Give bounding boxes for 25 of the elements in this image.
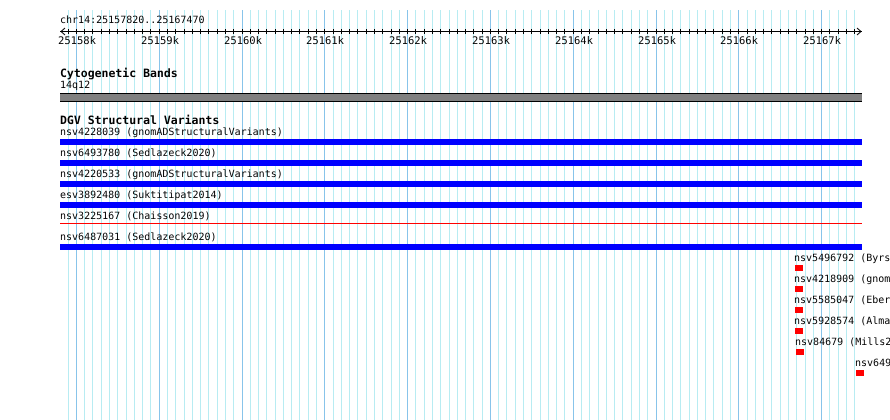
- location-label: chr14:25157820..25167470: [60, 15, 204, 27]
- feature-label: nsv649: [855, 358, 890, 370]
- tick-label: 25164k: [555, 35, 593, 47]
- tick-label: 25166k: [720, 35, 758, 47]
- feature-label: 14q12: [60, 80, 90, 92]
- feature-label: esv3892480 (Suktitipat2014): [60, 190, 223, 202]
- track-title: Cytogenetic Bands: [60, 67, 178, 79]
- tick-label: 25165k: [638, 35, 676, 47]
- feature-label: nsv4220533 (gnomADStructuralVariants): [60, 169, 283, 181]
- feature-label: nsv4218909 (gnom: [794, 274, 890, 286]
- feature-label: nsv6487031 (Sedlazeck2020): [60, 232, 217, 244]
- feature-label: nsv6493780 (Sedlazeck2020): [60, 148, 217, 160]
- tick-label: 25163k: [472, 35, 510, 47]
- feature-label: nsv3225167 (Chaisson2019): [60, 211, 211, 223]
- tick-label: 25167k: [803, 35, 841, 47]
- tick-label: 25159k: [141, 35, 179, 47]
- track-title: DGV Structural Variants: [60, 114, 220, 126]
- tick-label: 25160k: [224, 35, 262, 47]
- tick-label: 25161k: [306, 35, 344, 47]
- feature-label: nsv5496792 (Byrs: [794, 253, 890, 265]
- feature-label: nsv5585047 (Eber: [794, 295, 890, 307]
- feature-label: nsv4228039 (gnomADStructuralVariants): [60, 127, 283, 139]
- tick-label: 25162k: [389, 35, 427, 47]
- tick-label: 25158k: [58, 35, 96, 47]
- feature-label: nsv5928574 (Alma: [794, 316, 890, 328]
